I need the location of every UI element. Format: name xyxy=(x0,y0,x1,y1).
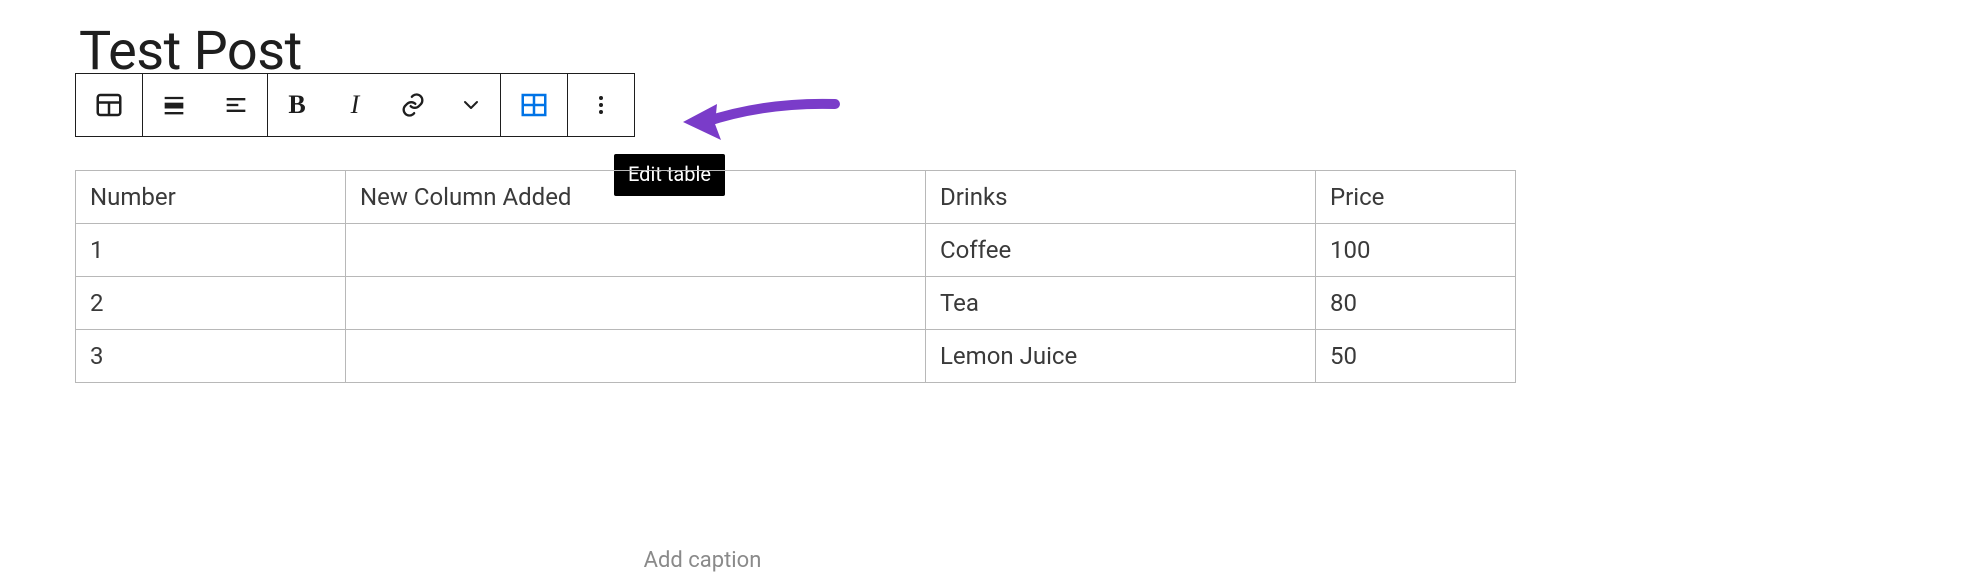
table-cell[interactable]: Lemon Juice xyxy=(926,330,1316,383)
table-row[interactable]: 2 Tea 80 xyxy=(76,277,1516,330)
table-caption-input[interactable]: Add caption xyxy=(75,540,1330,573)
link-icon xyxy=(399,91,427,119)
table-cell[interactable]: 1 xyxy=(76,224,346,277)
bold-button[interactable]: B xyxy=(268,74,326,136)
more-format-button[interactable] xyxy=(442,74,500,136)
link-button[interactable] xyxy=(384,74,442,136)
table-cell[interactable]: 2 xyxy=(76,277,346,330)
toolbar-group-format: B I xyxy=(267,73,501,137)
table-cell[interactable]: 100 xyxy=(1316,224,1516,277)
table-cell[interactable]: 80 xyxy=(1316,277,1516,330)
table-cell[interactable]: 50 xyxy=(1316,330,1516,383)
table-cell[interactable] xyxy=(346,330,926,383)
table-row[interactable]: 1 Coffee 100 xyxy=(76,224,1516,277)
table-cell[interactable]: Tea xyxy=(926,277,1316,330)
table-cell[interactable]: Coffee xyxy=(926,224,1316,277)
edit-table-icon xyxy=(519,90,549,120)
table-block[interactable]: Number New Column Added Drinks Price 1 C… xyxy=(75,170,1330,383)
table-row[interactable]: 3 Lemon Juice 50 xyxy=(76,330,1516,383)
align-icon xyxy=(160,91,188,119)
table-cell[interactable] xyxy=(346,224,926,277)
align-button[interactable] xyxy=(143,74,205,136)
toolbar-group-block xyxy=(75,73,143,137)
table-header-cell[interactable]: Price xyxy=(1316,171,1516,224)
text-align-button[interactable] xyxy=(205,74,267,136)
italic-icon: I xyxy=(351,90,360,120)
toolbar-group-align xyxy=(142,73,268,137)
annotation-arrow xyxy=(675,92,845,156)
table-header-cell[interactable]: Drinks xyxy=(926,171,1316,224)
block-type-button[interactable] xyxy=(76,74,142,136)
block-toolbar: B I xyxy=(75,73,635,137)
bold-icon: B xyxy=(288,90,305,120)
table-header-cell[interactable]: New Column Added xyxy=(346,171,926,224)
edit-table-button[interactable] xyxy=(501,74,567,136)
table-header-cell[interactable]: Number xyxy=(76,171,346,224)
block-options-button[interactable] xyxy=(568,74,634,136)
table-cell[interactable]: 3 xyxy=(76,330,346,383)
table-cell[interactable] xyxy=(346,277,926,330)
toolbar-group-table xyxy=(500,73,568,137)
text-align-icon xyxy=(222,91,250,119)
toolbar-group-options xyxy=(567,73,635,137)
more-vertical-icon xyxy=(589,93,613,117)
chevron-down-icon xyxy=(459,93,483,117)
table-header-row[interactable]: Number New Column Added Drinks Price xyxy=(76,171,1516,224)
table-block-icon xyxy=(94,90,124,120)
italic-button[interactable]: I xyxy=(326,74,384,136)
